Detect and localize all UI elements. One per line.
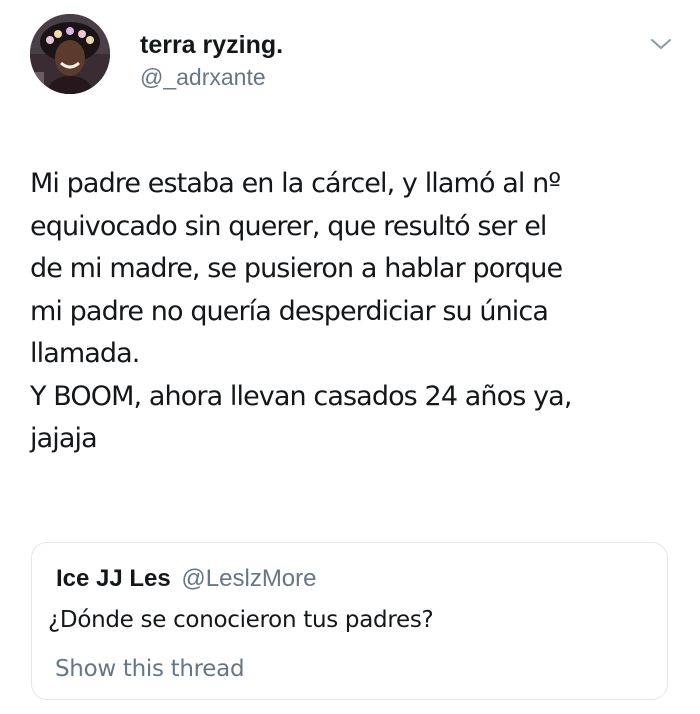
- quoted-tweet-text: ¿Dónde se conocieron tus padres?: [48, 607, 434, 633]
- show-thread-link[interactable]: Show this thread: [55, 654, 245, 684]
- avatar[interactable]: [30, 14, 110, 94]
- chevron-down-icon[interactable]: [650, 36, 672, 52]
- quoted-tweet-handle: @LeslzMore: [181, 565, 317, 592]
- quoted-tweet-card[interactable]: Ice JJ Les @LeslzMore ¿Dónde se conocier…: [31, 542, 668, 700]
- author-display-name[interactable]: terra ryzing.: [140, 30, 283, 60]
- author-handle[interactable]: @_adrxante: [140, 63, 266, 91]
- avatar-image: [30, 14, 110, 94]
- tweet-text: Mi padre estaba en la cárcel, y llamó al…: [30, 168, 572, 454]
- quoted-tweet-header: Ice JJ Les @LeslzMore: [56, 564, 317, 594]
- quoted-tweet-display-name: Ice JJ Les: [56, 565, 171, 592]
